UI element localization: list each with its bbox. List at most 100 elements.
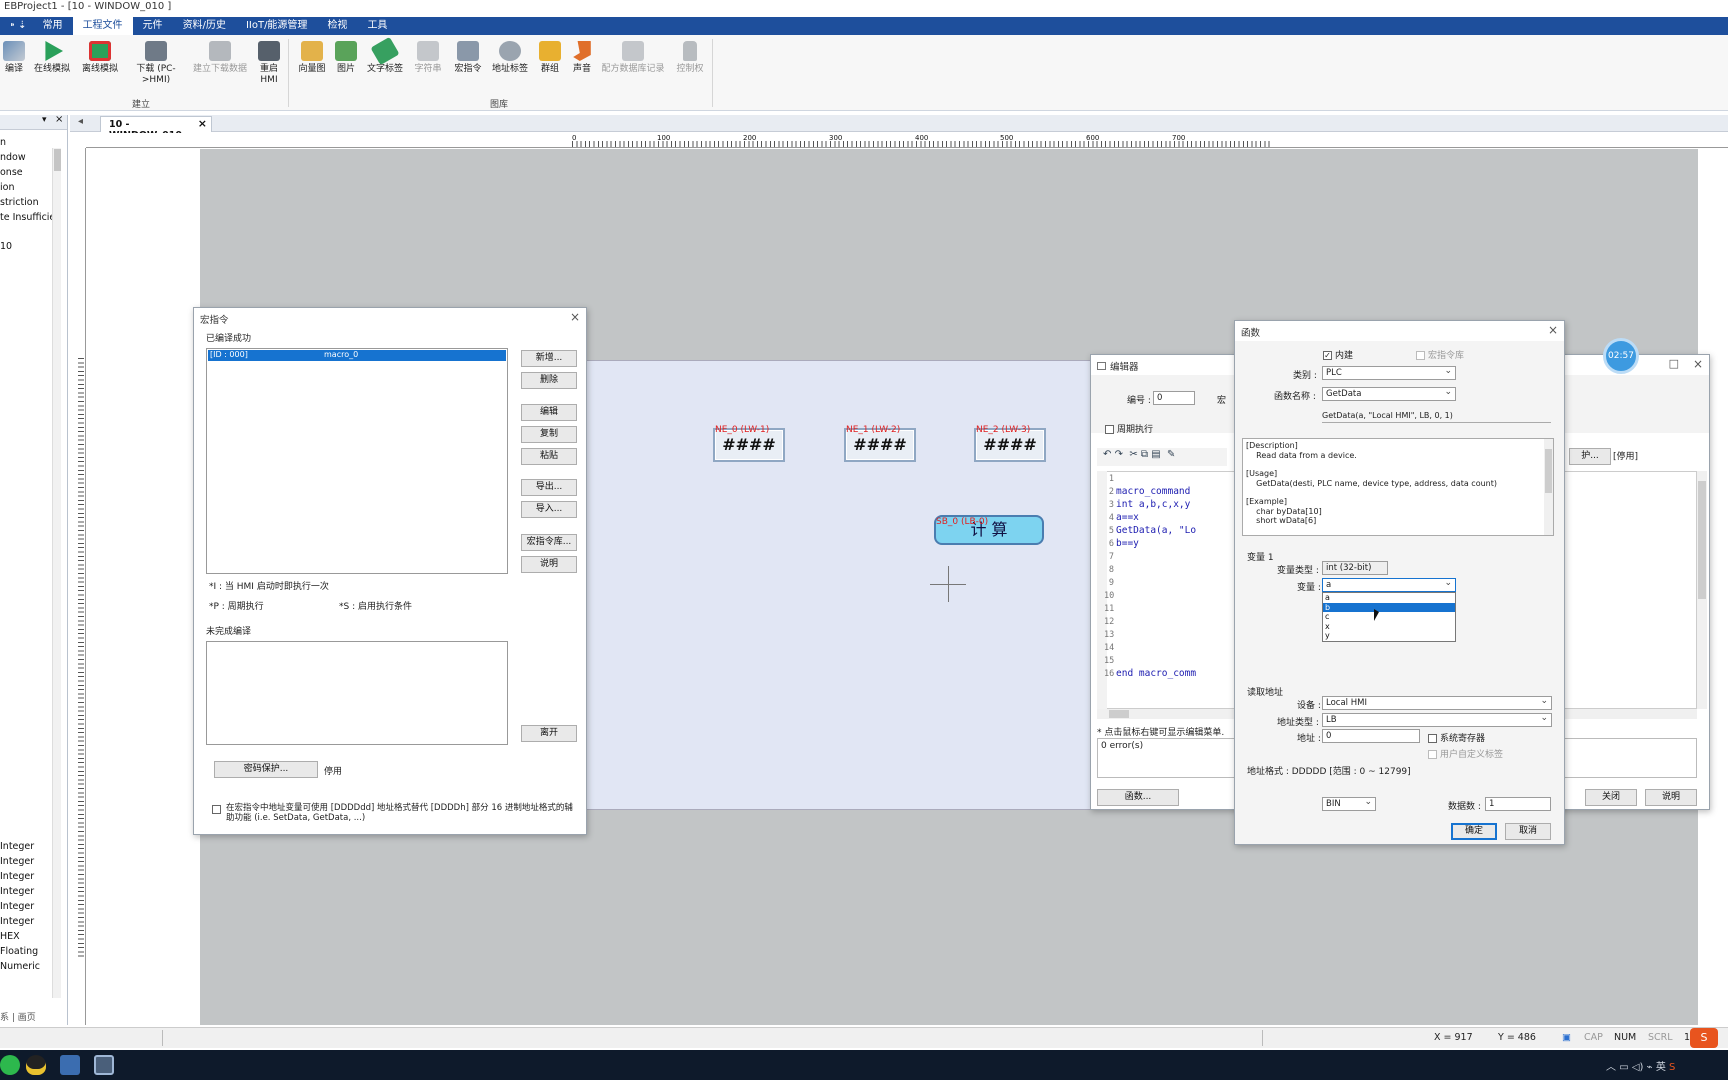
- dropdown-option[interactable]: y: [1323, 631, 1455, 641]
- clock-badge[interactable]: 02:57: [1603, 338, 1639, 374]
- system-register-option[interactable]: 系统寄存器: [1428, 731, 1485, 744]
- numeric-display[interactable]: NE_0 (LW-1) ####: [713, 425, 785, 462]
- easybuilder-icon[interactable]: [94, 1055, 114, 1075]
- menu-objects[interactable]: 元件: [133, 17, 173, 35]
- undo-icon[interactable]: ↶: [1103, 449, 1111, 460]
- scrollbar-thumb[interactable]: [54, 149, 61, 171]
- category-select[interactable]: PLC: [1322, 365, 1456, 380]
- tab-pages[interactable]: 画页: [18, 1013, 36, 1023]
- type-item[interactable]: Integer: [0, 886, 34, 897]
- add-button[interactable]: 新增...: [521, 350, 577, 367]
- exit-button[interactable]: 离开: [521, 725, 577, 742]
- ok-button[interactable]: 确定: [1451, 823, 1497, 840]
- list-item[interactable]: [ID : 000] macro_0: [208, 350, 506, 361]
- ime-icon[interactable]: S: [1690, 1028, 1718, 1048]
- menu-iiot[interactable]: IIoT/能源管理: [236, 17, 318, 35]
- macro-button[interactable]: 宏指令: [448, 41, 488, 75]
- paste-icon[interactable]: ▤: [1151, 449, 1160, 460]
- quick-access-icon[interactable]: ⁍ ⇣: [4, 17, 33, 35]
- editor-help-button[interactable]: 说明: [1645, 789, 1697, 806]
- address-type-select[interactable]: LB: [1322, 712, 1552, 727]
- type-item[interactable]: Integer: [0, 916, 34, 927]
- functions-button[interactable]: 函数...: [1097, 789, 1179, 806]
- export-button[interactable]: 导出...: [521, 479, 577, 496]
- online-sim-button[interactable]: 在线模拟: [32, 41, 72, 75]
- builtin-option[interactable]: ✓ 内建: [1323, 348, 1353, 361]
- ime-language[interactable]: 英: [1656, 1062, 1666, 1073]
- tree-item[interactable]: n: [0, 137, 6, 148]
- count-input[interactable]: 1: [1485, 797, 1551, 811]
- tree-item[interactable]: te Insufficier: [0, 212, 59, 223]
- dropdown-option-selected[interactable]: b: [1323, 602, 1455, 612]
- uncompiled-list[interactable]: [206, 641, 508, 745]
- library-option[interactable]: 宏指令库: [1416, 348, 1464, 361]
- wechat-icon[interactable]: [0, 1055, 20, 1075]
- address-input[interactable]: 0: [1322, 729, 1420, 743]
- build-download-data-button[interactable]: 建立下载数据: [192, 41, 248, 75]
- reboot-hmi-button[interactable]: 重启 HMI: [254, 41, 284, 86]
- description-scrollbar[interactable]: [1544, 439, 1553, 535]
- close-icon[interactable]: ×: [1693, 357, 1703, 371]
- tray-expand-icon[interactable]: ︿: [1606, 1062, 1616, 1073]
- tab-scroll-left-icon[interactable]: ◂: [78, 116, 83, 127]
- numeric-display[interactable]: NE_2 (LW-3) ####: [974, 425, 1046, 462]
- editor-close-button[interactable]: 关闭: [1585, 789, 1637, 806]
- text-label-button[interactable]: 文字标签: [365, 36, 405, 75]
- device-select[interactable]: Local HMI: [1322, 695, 1552, 710]
- user-tag-option[interactable]: 用户自定义标签: [1428, 747, 1503, 760]
- close-icon[interactable]: ×: [570, 310, 580, 324]
- editor-vscrollbar[interactable]: [1697, 471, 1707, 709]
- delete-button[interactable]: 删除: [521, 372, 577, 389]
- macro-library-button[interactable]: 宏指令库...: [521, 534, 577, 551]
- tray-display-icon[interactable]: ▭: [1619, 1062, 1628, 1073]
- menu-view[interactable]: 检视: [317, 17, 357, 35]
- address-tag-button[interactable]: 地址标签: [490, 41, 530, 75]
- menu-home[interactable]: 常用: [33, 17, 73, 35]
- offline-sim-button[interactable]: 离线模拟: [80, 41, 120, 75]
- password-button[interactable]: 密码保护...: [214, 761, 318, 778]
- menu-project[interactable]: 工程文件: [72, 17, 133, 35]
- type-item[interactable]: Integer: [0, 841, 34, 852]
- user-tag-checkbox[interactable]: [1428, 750, 1437, 759]
- calculate-button[interactable]: SB_0 (LB-0) 计 算: [934, 515, 1044, 545]
- save-icon[interactable]: ▣: [1562, 1032, 1571, 1043]
- menu-data-history[interactable]: 资料/历史: [173, 17, 236, 35]
- pin-icon[interactable]: ▾: [42, 115, 47, 125]
- scrollbar-thumb[interactable]: [1109, 710, 1129, 718]
- format-select[interactable]: BIN: [1322, 796, 1376, 811]
- builtin-checkbox[interactable]: ✓: [1323, 351, 1332, 360]
- close-icon[interactable]: ×: [55, 114, 63, 125]
- tree-item[interactable]: onse: [0, 167, 23, 178]
- tree-item[interactable]: ndow: [0, 152, 26, 163]
- volume-icon[interactable]: ◁): [1632, 1062, 1644, 1073]
- edit-button[interactable]: 编辑: [521, 404, 577, 421]
- paste-button[interactable]: 粘贴: [521, 448, 577, 465]
- compiled-list[interactable]: [ID : 000] macro_0: [206, 348, 508, 574]
- id-input[interactable]: 0: [1153, 391, 1195, 405]
- periodic-option[interactable]: 周期执行: [1105, 422, 1153, 435]
- type-item[interactable]: Floating: [0, 946, 38, 957]
- picture-button[interactable]: 图片: [326, 41, 366, 75]
- tree-scrollbar[interactable]: [52, 148, 61, 998]
- import-button[interactable]: 导入...: [521, 501, 577, 518]
- type-item[interactable]: Integer: [0, 871, 34, 882]
- help-button[interactable]: 说明: [521, 556, 577, 573]
- copy-button[interactable]: 复制: [521, 426, 577, 443]
- redo-icon[interactable]: ↷: [1115, 449, 1123, 460]
- string-button[interactable]: 字符串: [408, 41, 448, 75]
- type-item[interactable]: Numeric: [0, 961, 40, 972]
- security-button[interactable]: 护...: [1569, 448, 1611, 465]
- type-item[interactable]: Integer: [0, 856, 34, 867]
- library-checkbox[interactable]: [1416, 351, 1425, 360]
- tree-item[interactable]: striction: [0, 197, 39, 208]
- highlight-icon[interactable]: ✎: [1167, 449, 1175, 460]
- compile-button[interactable]: 编译: [0, 41, 34, 75]
- control-button[interactable]: 控制权: [670, 41, 710, 75]
- tree-item[interactable]: 10: [0, 241, 12, 252]
- ime-tray-icon[interactable]: S: [1669, 1062, 1675, 1073]
- menu-tools[interactable]: 工具: [357, 17, 397, 35]
- dropdown-option[interactable]: x: [1323, 622, 1455, 632]
- download-button[interactable]: 下载 (PC->HMI): [134, 41, 178, 86]
- scrollbar-thumb[interactable]: [1545, 449, 1552, 493]
- system-register-checkbox[interactable]: [1428, 734, 1437, 743]
